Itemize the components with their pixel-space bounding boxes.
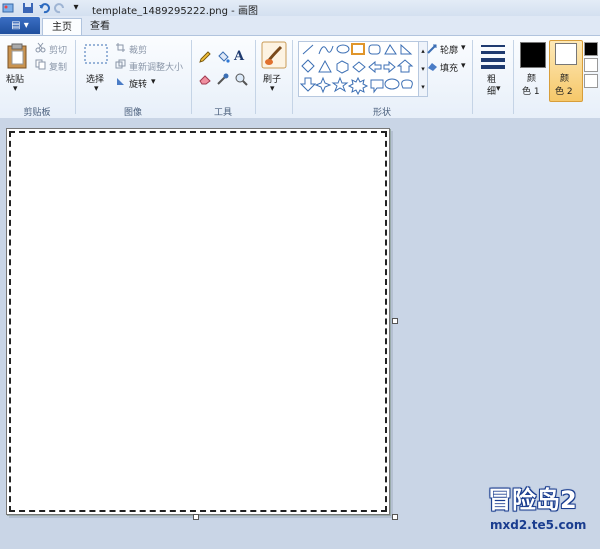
shapes-gallery[interactable] [298, 41, 420, 97]
undo-icon[interactable] [38, 2, 50, 14]
pencil-icon[interactable] [198, 50, 212, 67]
copy-icon[interactable] [35, 59, 46, 73]
brushes-dropdown-icon[interactable]: ▾ [270, 84, 275, 94]
eraser-icon[interactable] [198, 72, 212, 89]
color-2-swatch[interactable] [555, 43, 577, 65]
crop-icon[interactable] [115, 42, 126, 56]
copy-button-label[interactable]: 复制 [49, 60, 67, 73]
size-dropdown-icon[interactable]: ▾ [496, 84, 501, 94]
paste-icon[interactable] [6, 42, 28, 73]
resize-icon[interactable] [115, 59, 126, 73]
group-divider [255, 40, 256, 114]
magnifier-icon[interactable] [234, 72, 248, 89]
redo-icon[interactable] [54, 2, 66, 14]
fill-dropdown-icon[interactable]: ▾ [461, 61, 466, 71]
palette-swatch-black[interactable] [584, 42, 598, 56]
watermark-logo-text: 冒险岛2 [488, 486, 577, 514]
shapes-group-label: 形状 [372, 108, 391, 118]
fill-button-label[interactable]: 填充 [440, 61, 458, 74]
color-picker-icon[interactable] [216, 72, 230, 89]
group-divider [472, 40, 473, 114]
cut-icon[interactable] [35, 42, 46, 56]
outline-icon[interactable] [427, 43, 438, 57]
paint-app-icon[interactable] [2, 2, 14, 14]
watermark-url: mxd2.te5.com [490, 518, 587, 532]
tab-view[interactable]: 查看 [82, 18, 118, 35]
image-group-label: 图像 [123, 108, 142, 118]
size-button-label-line2[interactable]: 细 [487, 84, 496, 97]
group-divider [191, 40, 192, 114]
select-icon[interactable] [84, 44, 108, 67]
color-1-label-line1[interactable]: 颜 [527, 71, 536, 84]
color-2-label-line2[interactable]: 色 2 [555, 84, 573, 97]
outline-button-label[interactable]: 轮廓 [440, 43, 458, 56]
clipboard-group-label: 剪贴板 [23, 108, 51, 118]
color-1-swatch[interactable] [520, 42, 546, 68]
palette-swatch-empty[interactable] [584, 74, 598, 88]
fill-bucket-icon[interactable] [216, 50, 230, 67]
outline-dropdown-icon[interactable]: ▾ [461, 43, 466, 53]
resize-handle-bottom[interactable] [193, 514, 199, 520]
drawing-canvas[interactable] [6, 128, 390, 515]
rotate-icon[interactable] [115, 76, 126, 90]
tab-home[interactable]: 主页 [42, 18, 82, 36]
select-dropdown-icon[interactable]: ▾ [94, 84, 99, 94]
file-menu-button[interactable]: ▤ ▾ [0, 17, 40, 34]
color-2-label-line1[interactable]: 颜 [560, 71, 569, 84]
window-title: template_1489295222.png - 画图 [92, 6, 258, 17]
ribbon-tab-row: ▤ ▾ 主页 查看 [0, 16, 600, 36]
image-border [9, 131, 387, 512]
resize-handle-corner[interactable] [392, 514, 398, 520]
tools-group-label: 工具 [213, 108, 232, 118]
line-size-icon[interactable] [480, 43, 506, 72]
group-divider [75, 40, 76, 114]
palette-swatch-white[interactable] [584, 58, 598, 72]
rotate-button-label[interactable]: 旋转 [129, 77, 147, 90]
title-bar: ▾ template_1489295222.png - 画图 [0, 0, 600, 17]
ribbon: 粘贴 ▾ 剪切 复制 剪贴板 选择 ▾ 裁剪 重新调整大小 旋转 ▾ 图像 A [0, 35, 600, 119]
qat-dropdown-button[interactable]: ▾ [70, 2, 82, 14]
crop-button-label[interactable]: 裁剪 [129, 43, 147, 56]
group-divider [292, 40, 293, 114]
rotate-dropdown-icon[interactable]: ▾ [151, 77, 156, 87]
cut-button-label[interactable]: 剪切 [49, 43, 67, 56]
resize-button-label[interactable]: 重新调整大小 [129, 60, 183, 73]
paste-dropdown-icon[interactable]: ▾ [13, 84, 18, 94]
group-divider [513, 40, 514, 114]
resize-handle-right[interactable] [392, 318, 398, 324]
fill-icon[interactable] [427, 61, 438, 75]
save-icon[interactable] [22, 2, 34, 14]
color-1-label-line2[interactable]: 色 1 [522, 84, 540, 97]
watermark-logo: 冒险岛2 mxd2.te5.com [488, 480, 598, 540]
text-tool-icon[interactable]: A [234, 49, 244, 64]
brush-icon[interactable] [261, 41, 287, 72]
